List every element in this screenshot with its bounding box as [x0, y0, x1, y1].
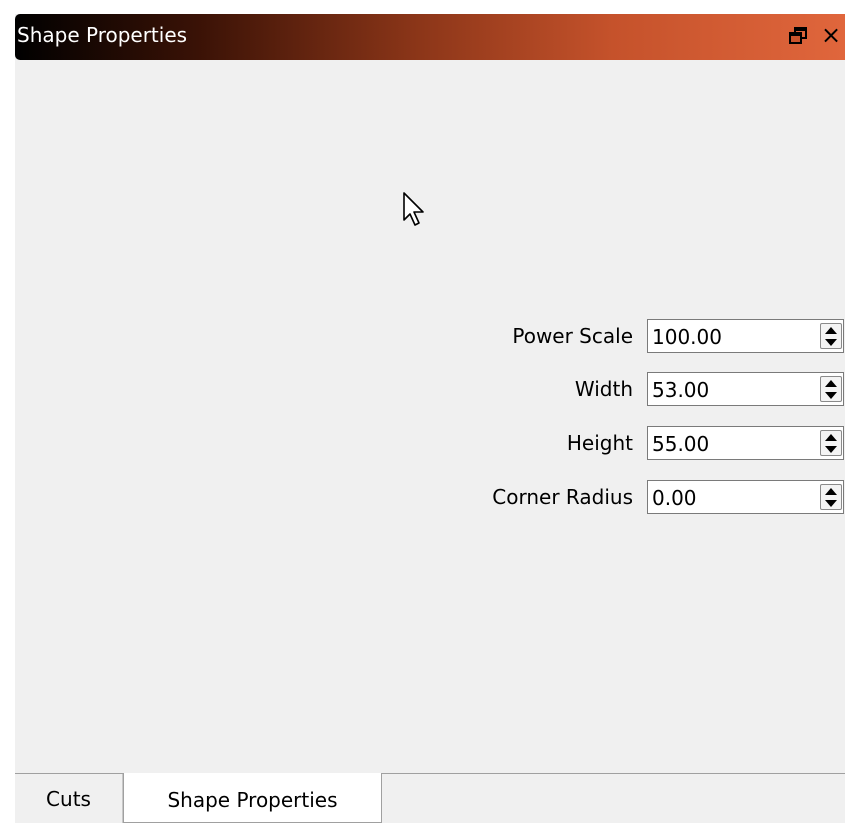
width-spinbox[interactable]: 53.00: [647, 372, 844, 406]
spin-up-down-icon[interactable]: [820, 430, 842, 456]
corner-radius-label: Corner Radius: [492, 485, 633, 509]
float-restore-icon: [789, 27, 807, 44]
float-button[interactable]: [788, 24, 810, 48]
spin-up-arrow[interactable]: [823, 378, 839, 389]
height-row: Height 55.00: [15, 426, 845, 462]
width-row: Width 53.00: [15, 372, 845, 408]
dock-title-bar[interactable]: Shape Properties ×: [15, 14, 845, 60]
spin-down-arrow[interactable]: [823, 337, 839, 348]
spin-down-arrow[interactable]: [823, 444, 839, 455]
spin-up-arrow[interactable]: [823, 432, 839, 443]
mouse-pointer-icon: [403, 192, 424, 226]
power-scale-row: Power Scale 100.00: [15, 319, 845, 355]
shape-properties-panel: Shape Properties × Power Scale 100.00 Wi: [15, 14, 845, 823]
spin-up-down-icon[interactable]: [820, 376, 842, 402]
tab-shape-properties[interactable]: Shape Properties: [123, 773, 382, 823]
height-spinbox[interactable]: 55.00: [647, 426, 844, 460]
close-button[interactable]: ×: [821, 21, 843, 49]
power-scale-value[interactable]: 100.00: [652, 325, 722, 349]
power-scale-label: Power Scale: [512, 324, 633, 348]
bottom-tab-bar: Cuts Shape Properties: [15, 773, 845, 823]
spin-up-arrow[interactable]: [823, 486, 839, 497]
corner-radius-row: Corner Radius 0.00: [15, 480, 845, 516]
spin-down-arrow[interactable]: [823, 390, 839, 401]
corner-radius-spinbox[interactable]: 0.00: [647, 480, 844, 514]
spin-up-down-icon[interactable]: [820, 323, 842, 349]
tab-cuts[interactable]: Cuts: [15, 774, 123, 823]
dock-title: Shape Properties: [17, 23, 188, 47]
close-icon: ×: [821, 21, 842, 49]
height-value[interactable]: 55.00: [652, 432, 709, 456]
width-label: Width: [574, 377, 633, 401]
power-scale-spinbox[interactable]: 100.00: [647, 319, 844, 353]
spin-up-arrow[interactable]: [823, 325, 839, 336]
width-value[interactable]: 53.00: [652, 378, 709, 402]
height-label: Height: [566, 431, 633, 455]
corner-radius-value[interactable]: 0.00: [652, 486, 697, 510]
spin-up-down-icon[interactable]: [820, 484, 842, 510]
spin-down-arrow[interactable]: [823, 498, 839, 509]
